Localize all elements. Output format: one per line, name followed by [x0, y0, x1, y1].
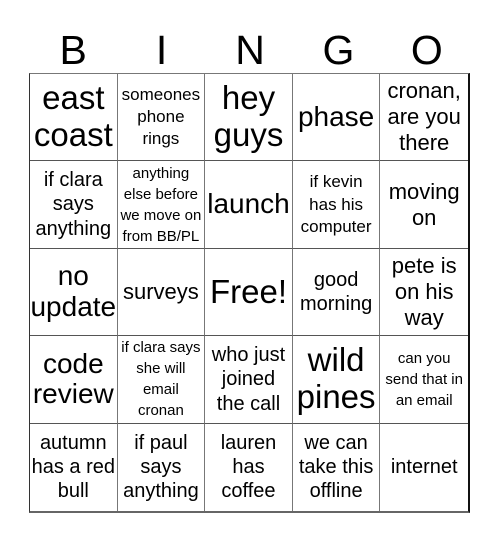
- bingo-cell[interactable]: if kevin has his computer: [292, 161, 381, 249]
- cell-text: cronan, are you there: [387, 78, 461, 156]
- bingo-cell[interactable]: we can take this offline: [293, 423, 381, 511]
- bingo-cell[interactable]: good morning: [292, 248, 381, 337]
- cell-text: if clara says she will email cronan: [121, 339, 201, 420]
- bingo-cell[interactable]: anything else before we move on from BB/…: [117, 161, 206, 249]
- bingo-cell[interactable]: pete is on his way: [380, 249, 468, 337]
- cell-text: no update: [30, 260, 117, 322]
- bingo-header: B I N G O: [29, 28, 471, 73]
- cell-text: launch: [207, 188, 290, 220]
- cell-text: Free!: [209, 272, 287, 310]
- bingo-cell[interactable]: phase: [292, 74, 381, 162]
- bingo-cell[interactable]: if paul says anything: [118, 423, 206, 511]
- cell-text: pete is on his way: [391, 253, 457, 330]
- cell-text: hey guys: [213, 79, 284, 154]
- cell-text: someones phone rings: [121, 85, 201, 149]
- cell-text: good morning: [299, 268, 373, 315]
- cell-text: code review: [32, 347, 114, 410]
- cell-text: anything else before we move on from BB/…: [120, 164, 202, 245]
- bingo-cell[interactable]: if clara says she will email cronan: [117, 336, 206, 424]
- cell-text: internet: [390, 456, 458, 479]
- cell-text: autumn has a red bull: [31, 431, 115, 503]
- bingo-cell[interactable]: launch: [205, 161, 293, 249]
- bingo-cell[interactable]: if clara says anything: [30, 161, 118, 249]
- bingo-cell[interactable]: wild pines: [292, 336, 381, 424]
- cell-text: lauren has coffee: [220, 431, 277, 503]
- cell-text: who just joined the call: [211, 343, 286, 415]
- header-letter-g: G: [322, 27, 355, 73]
- header-letter-i: I: [155, 27, 168, 73]
- header-letter-b: B: [59, 27, 87, 73]
- bingo-grid: east coast someones phone rings hey guys…: [29, 73, 470, 513]
- cell-text: we can take this offline: [298, 431, 374, 503]
- bingo-cell[interactable]: can you send that in an email: [380, 336, 468, 424]
- bingo-cell[interactable]: east coast: [30, 74, 118, 162]
- bingo-cell[interactable]: autumn has a red bull: [30, 423, 118, 511]
- bingo-cell[interactable]: surveys: [117, 248, 206, 337]
- cell-text: can you send that in an email: [385, 349, 463, 409]
- free-space-cell[interactable]: Free!: [205, 248, 293, 337]
- cell-text: if paul says anything: [123, 431, 199, 503]
- bingo-cell[interactable]: who just joined the call: [205, 336, 293, 424]
- bingo-cell[interactable]: internet: [380, 424, 468, 511]
- cell-text: phase: [297, 100, 375, 132]
- bingo-cell[interactable]: lauren has coffee: [205, 423, 293, 511]
- bingo-cell[interactable]: code review: [30, 336, 118, 424]
- bingo-cell[interactable]: no update: [30, 248, 118, 337]
- bingo-cell[interactable]: moving on: [380, 161, 468, 249]
- cell-text: wild pines: [296, 341, 376, 416]
- bingo-cell[interactable]: someones phone rings: [117, 74, 206, 162]
- cell-text: east coast: [33, 79, 113, 154]
- bingo-cell[interactable]: hey guys: [205, 74, 293, 162]
- bingo-cell[interactable]: cronan, are you there: [380, 74, 468, 162]
- cell-text: moving on: [388, 178, 460, 230]
- header-letter-n: N: [235, 27, 265, 73]
- cell-text: surveys: [122, 279, 199, 305]
- cell-text: if kevin has his computer: [300, 172, 372, 236]
- header-letter-o: O: [410, 27, 443, 73]
- cell-text: if clara says anything: [35, 169, 112, 240]
